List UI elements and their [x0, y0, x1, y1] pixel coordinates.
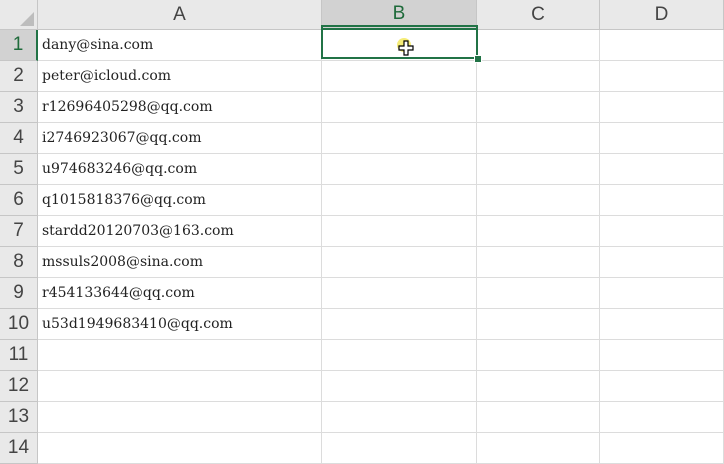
cell-a6[interactable]: q1015818376@qq.com — [38, 185, 322, 216]
row-header-label: 5 — [13, 158, 24, 179]
cell-d2[interactable] — [600, 61, 724, 92]
row-header-11[interactable]: 11 — [0, 340, 38, 371]
cell-b3[interactable] — [322, 92, 477, 123]
row-header-label: 6 — [13, 189, 24, 210]
row-header-label: 2 — [13, 65, 24, 86]
row-header-2[interactable]: 2 — [0, 61, 38, 92]
cell-c12[interactable] — [477, 371, 600, 402]
column-header-label: C — [531, 3, 545, 25]
cell-a14[interactable] — [38, 433, 322, 464]
column-header-label: A — [173, 3, 186, 25]
cell-d9[interactable] — [600, 278, 724, 309]
row-header-5[interactable]: 5 — [0, 154, 38, 185]
cell-d12[interactable] — [600, 371, 724, 402]
row-header-label: 7 — [13, 220, 24, 241]
cell-b13[interactable] — [322, 402, 477, 433]
row-header-12[interactable]: 12 — [0, 371, 38, 402]
cell-c7[interactable] — [477, 216, 600, 247]
row-header-label: 13 — [7, 406, 30, 427]
column-header-b[interactable]: B — [322, 0, 477, 30]
cell-a4[interactable]: i2746923067@qq.com — [38, 123, 322, 154]
row-header-3[interactable]: 3 — [0, 92, 38, 123]
cell-c4[interactable] — [477, 123, 600, 154]
cell-a12[interactable] — [38, 371, 322, 402]
cursor-cross-icon — [397, 38, 414, 56]
cell-d1[interactable] — [600, 30, 724, 61]
cell-b7[interactable] — [322, 216, 477, 247]
cell-b9[interactable] — [322, 278, 477, 309]
cell-b11[interactable] — [322, 340, 477, 371]
row-header-10[interactable]: 10 — [0, 309, 38, 340]
row-header-label: 4 — [13, 127, 24, 148]
cell-c14[interactable] — [477, 433, 600, 464]
cell-a13[interactable] — [38, 402, 322, 433]
row-header-14[interactable]: 14 — [0, 433, 38, 464]
cell-d13[interactable] — [600, 402, 724, 433]
cell-d8[interactable] — [600, 247, 724, 278]
cell-c10[interactable] — [477, 309, 600, 340]
cell-c3[interactable] — [477, 92, 600, 123]
cell-a7[interactable]: stardd20120703@163.com — [38, 216, 322, 247]
cell-b6[interactable] — [322, 185, 477, 216]
cell-a8[interactable]: mssuls2008@sina.com — [38, 247, 322, 278]
cell-c2[interactable] — [477, 61, 600, 92]
select-all-corner[interactable] — [0, 0, 38, 30]
cell-c9[interactable] — [477, 278, 600, 309]
cell-a10[interactable]: u53d1949683410@qq.com — [38, 309, 322, 340]
cell-b10[interactable] — [322, 309, 477, 340]
row-header-8[interactable]: 8 — [0, 247, 38, 278]
cell-a9[interactable]: r454133644@qq.com — [38, 278, 322, 309]
cell-d11[interactable] — [600, 340, 724, 371]
cell-d5[interactable] — [600, 154, 724, 185]
row-header-label: 8 — [13, 251, 24, 272]
row-header-7[interactable]: 7 — [0, 216, 38, 247]
spreadsheet-grid: A B C D 1 dany@sina.com 2 peter@icloud.com 3… — [0, 0, 724, 464]
row-header-13[interactable]: 13 — [0, 402, 38, 433]
cell-a11[interactable] — [38, 340, 322, 371]
row-header-4[interactable]: 4 — [0, 123, 38, 154]
cell-d7[interactable] — [600, 216, 724, 247]
cell-b8[interactable] — [322, 247, 477, 278]
row-header-label: 1 — [12, 34, 24, 55]
cell-b4[interactable] — [322, 123, 477, 154]
column-header-c[interactable]: C — [477, 0, 600, 30]
cell-d10[interactable] — [600, 309, 724, 340]
cell-b5[interactable] — [322, 154, 477, 185]
column-header-label: D — [654, 3, 669, 25]
row-header-label: 11 — [8, 344, 29, 365]
column-header-a[interactable]: A — [38, 0, 322, 30]
cell-a5[interactable]: u974683246@qq.com — [38, 154, 322, 185]
cell-b12[interactable] — [322, 371, 477, 402]
row-header-9[interactable]: 9 — [0, 278, 38, 309]
row-header-label: 3 — [13, 96, 24, 117]
cell-a2[interactable]: peter@icloud.com — [38, 61, 322, 92]
cell-b2[interactable] — [322, 61, 477, 92]
cell-c11[interactable] — [477, 340, 600, 371]
cell-d14[interactable] — [600, 433, 724, 464]
row-header-label: 12 — [7, 375, 30, 396]
row-header-label: 14 — [7, 437, 30, 458]
cell-a3[interactable]: r12696405298@qq.com — [38, 92, 322, 123]
cell-c5[interactable] — [477, 154, 600, 185]
cell-c13[interactable] — [477, 402, 600, 433]
cell-d4[interactable] — [600, 123, 724, 154]
cell-c6[interactable] — [477, 185, 600, 216]
cell-d6[interactable] — [600, 185, 724, 216]
row-header-1[interactable]: 1 — [0, 30, 38, 61]
row-header-label: 9 — [13, 282, 24, 303]
cell-d3[interactable] — [600, 92, 724, 123]
fill-handle[interactable] — [474, 55, 482, 63]
column-header-label: B — [392, 3, 406, 24]
row-header-label: 10 — [7, 313, 30, 334]
cell-c1[interactable] — [477, 30, 600, 61]
select-all-triangle-icon — [20, 12, 34, 26]
column-header-d[interactable]: D — [600, 0, 724, 30]
cell-b14[interactable] — [322, 433, 477, 464]
row-header-6[interactable]: 6 — [0, 185, 38, 216]
cell-a1[interactable]: dany@sina.com — [38, 30, 322, 61]
cell-c8[interactable] — [477, 247, 600, 278]
